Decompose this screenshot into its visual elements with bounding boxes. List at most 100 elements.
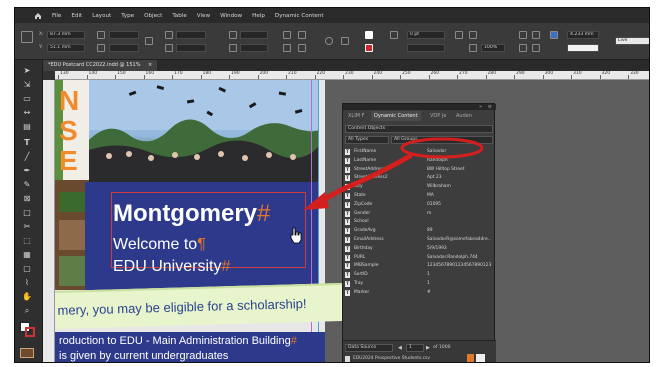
field-row[interactable]: T Gender m <box>345 210 493 218</box>
type-tool-icon[interactable]: T <box>22 138 32 148</box>
gradient-tool-icon[interactable]: ▦ <box>22 250 32 260</box>
data-source-select[interactable]: Data Source <box>345 344 393 352</box>
close-icon[interactable]: × <box>148 62 152 68</box>
menu-window[interactable]: Window <box>215 13 247 19</box>
hand-tool-icon[interactable]: ✋ <box>22 292 32 302</box>
menu-table[interactable]: Table <box>167 13 191 19</box>
tab-dynamic-content[interactable]: Dynamic Content <box>371 111 421 121</box>
field-row[interactable]: T StreetAddress2 Apt 23 <box>345 174 493 182</box>
bottom-text-panel[interactable]: roduction to EDU - Main Administration B… <box>55 332 325 362</box>
page-tool-icon[interactable]: ▭ <box>22 94 32 104</box>
tour-line[interactable]: roduction to EDU - Main Administration B… <box>59 335 297 347</box>
distribute-icon[interactable] <box>550 31 558 39</box>
line-tool-icon[interactable]: ╱ <box>22 152 32 162</box>
field-row[interactable]: T SortID 1 <box>345 271 493 279</box>
frame-fitting-icon[interactable] <box>469 31 477 39</box>
update-icon[interactable] <box>467 354 474 362</box>
content-collector-icon[interactable]: ▤ <box>22 122 32 132</box>
graduation-photo[interactable] <box>89 80 319 182</box>
left-image-strip[interactable]: NSE <box>55 80 89 290</box>
menu-file[interactable]: File <box>47 13 66 19</box>
field-row[interactable]: T LastName Randolph <box>345 157 493 165</box>
field-row[interactable]: T FirstName Salvador <box>345 148 493 156</box>
panel-collapse-icon[interactable]: » <box>479 104 482 110</box>
align-middle-icon[interactable] <box>532 44 540 52</box>
field-row[interactable]: T IMBSample 1234567890123456789012345... <box>345 262 493 270</box>
x-position-field[interactable]: 87.3 mm <box>47 31 85 39</box>
panel-menu-icon[interactable]: ≡ <box>488 104 492 110</box>
field-row[interactable]: T Birthday 5/9/1993 <box>345 245 493 253</box>
select-content-icon[interactable] <box>298 44 306 52</box>
tab-vdp[interactable]: VDP Je <box>427 111 449 121</box>
scissors-tool-icon[interactable]: ✂ <box>22 222 32 232</box>
pencil-tool-icon[interactable]: ✎ <box>22 180 32 190</box>
rectangle-frame-icon[interactable]: ⊠ <box>22 194 32 204</box>
menu-dynamic-content[interactable]: Dynamic Content <box>270 13 329 19</box>
menu-edit[interactable]: Edit <box>66 13 87 19</box>
menu-help[interactable]: Help <box>247 13 270 19</box>
university-line[interactable]: EDU University# <box>113 258 230 276</box>
types-select[interactable]: All Types <box>345 136 389 144</box>
prev-record-icon[interactable]: ◀ <box>398 345 402 351</box>
select-container-icon[interactable] <box>298 31 306 39</box>
menu-object[interactable]: Object <box>139 13 167 19</box>
next-record-icon[interactable]: ▶ <box>426 345 430 351</box>
postcard-page[interactable]: NSE Montgomery# Welcome to¶ EDU Universi… <box>55 80 346 362</box>
vertical-ruler[interactable] <box>43 80 55 362</box>
free-transform-icon[interactable]: ⬚ <box>22 236 32 246</box>
align-top-icon[interactable] <box>519 44 527 52</box>
screen-mode-icon[interactable] <box>20 348 34 358</box>
home-icon[interactable] <box>29 8 47 23</box>
groups-select[interactable]: All Groups <box>391 136 493 144</box>
welcome-line[interactable]: Welcome to¶ <box>113 236 206 254</box>
panel-header[interactable]: » ≡ <box>343 104 496 110</box>
y-position-field[interactable]: 51.1 mm <box>47 44 85 52</box>
align-left-icon[interactable] <box>519 31 527 39</box>
zoom-tool-icon[interactable]: ⌕ <box>22 306 32 316</box>
field-row[interactable]: T ZipCode 01095 <box>345 201 493 209</box>
field-row[interactable]: T State MA <box>345 192 493 200</box>
fill-swatch-icon[interactable] <box>365 31 373 39</box>
field-row[interactable]: T Marker # <box>345 289 493 297</box>
opacity-field[interactable]: 100% <box>481 44 505 52</box>
dimension-field[interactable]: 4.233 mm <box>567 31 599 39</box>
horizontal-ruler[interactable]: 130 140 150 160 170 180 190 200 210 220 230 240 250 2… <box>55 71 649 80</box>
shear-field[interactable] <box>240 44 268 52</box>
rotate-field[interactable] <box>240 31 268 39</box>
field-row[interactable]: T City Wilbraham <box>345 183 493 191</box>
menu-type[interactable]: Type <box>116 13 139 19</box>
flip-horizontal-icon[interactable] <box>283 31 291 39</box>
scale-y-field[interactable] <box>176 44 206 52</box>
content-objects-select[interactable]: Content Objects <box>345 125 493 133</box>
field-row[interactable]: T StreetAddress BW Hilltop Street <box>345 166 493 174</box>
scholarship-banner[interactable]: mery, you may be eligible for a scholars… <box>55 282 346 329</box>
stroke-type-dropdown[interactable] <box>407 44 445 52</box>
guide-line-text[interactable]: is given by current undergraduates <box>59 350 228 362</box>
gap-tool-icon[interactable]: ↔ <box>22 108 32 118</box>
stroke-swatch-icon[interactable] <box>365 44 373 52</box>
align-center-icon[interactable] <box>532 31 540 39</box>
field-row[interactable]: T School <box>345 218 493 226</box>
note-tool-icon[interactable]: ▢ <box>22 264 32 274</box>
field-row[interactable]: T PURL Salvador.Randolph.744 <box>345 254 493 262</box>
stroke-weight-field[interactable]: 0 pt <box>407 31 445 39</box>
document-tab[interactable]: *EDU Postcard CC2022.indd @ 151% × <box>43 60 158 71</box>
stroke-box-icon[interactable] <box>25 327 35 337</box>
rectangle-tool-icon[interactable]: □ <box>22 208 32 218</box>
postcard-title[interactable]: Montgomery# <box>113 200 270 228</box>
field-row[interactable]: T Tray 1 <box>345 280 493 288</box>
field-row[interactable]: T EmailAddress SalvadorR@somefakeaddre... <box>345 236 493 244</box>
tab-auden[interactable]: Auden <box>453 111 475 121</box>
menu-layout[interactable]: Layout <box>87 13 116 19</box>
tab-xlim[interactable]: XLIM F <box>345 111 367 121</box>
record-number-field[interactable]: 1 <box>406 344 424 352</box>
flip-vertical-icon[interactable] <box>283 44 291 52</box>
selection-tool-icon[interactable]: ➤ <box>22 66 32 76</box>
pen-tool-icon[interactable]: ✒ <box>22 166 32 176</box>
style-preview-field[interactable] <box>567 44 599 52</box>
reference-point-icon[interactable] <box>21 31 33 43</box>
text-wrap-icon[interactable] <box>455 31 463 39</box>
width-field[interactable] <box>109 31 139 39</box>
style-dropdown[interactable]: Live <box>615 37 649 45</box>
menu-view[interactable]: View <box>192 13 215 19</box>
